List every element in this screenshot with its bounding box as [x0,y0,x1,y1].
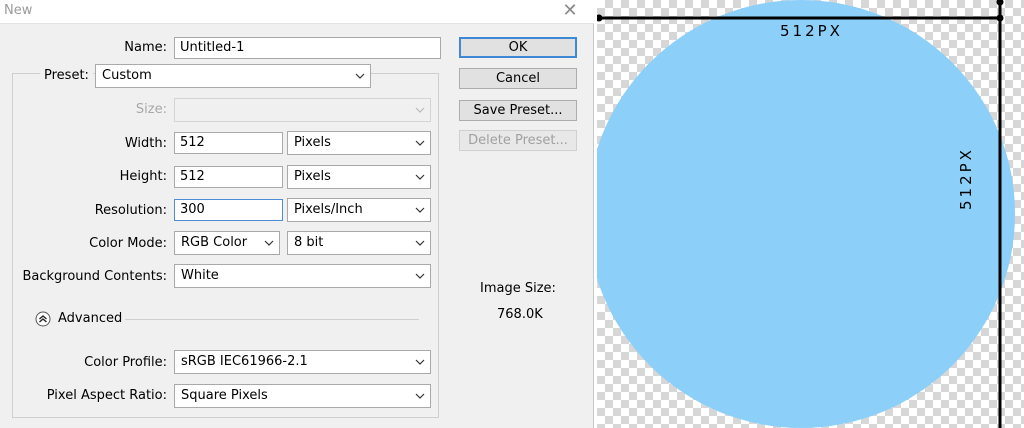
close-icon[interactable]: ✕ [560,1,580,21]
image-size-label: Image Size: [480,281,556,296]
advanced-divider [125,319,419,320]
width-annotation: 512PX [780,22,843,40]
preview-graphic [597,0,1015,428]
background-contents-select[interactable]: White [174,264,431,288]
image-size-value: 768.0K [497,307,543,322]
color-profile-label: Color Profile: [84,355,167,370]
height-annotation: 512PX [957,147,975,210]
background-contents-label: Background Contents: [22,269,167,284]
height-unit-value: Pixels [294,169,331,184]
chevron-down-icon [415,172,425,182]
chevron-down-icon [415,271,425,281]
save-preset-button[interactable]: Save Preset... [459,100,577,121]
delete-preset-button: Delete Preset... [459,130,577,151]
background-contents-value: White [181,268,219,283]
collapse-advanced-icon[interactable] [35,311,51,327]
height-input[interactable]: 512 [174,166,283,188]
blue-circle [597,0,1015,428]
pixel-aspect-ratio-select[interactable]: Square Pixels [174,384,431,408]
chevron-down-icon [415,391,425,401]
chevron-down-icon [415,205,425,215]
name-label: Name: [124,40,167,55]
resolution-unit-value: Pixels/Inch [294,202,363,217]
width-label: Width: [124,136,167,151]
chevron-down-icon [415,238,425,248]
ok-button[interactable]: OK [459,37,577,58]
size-label: Size: [135,102,167,117]
chevron-down-icon [415,357,425,367]
height-line-top-dot [996,0,1004,6]
color-mode-select[interactable]: RGB Color [174,231,280,255]
color-mode-label: Color Mode: [89,236,167,251]
advanced-label[interactable]: Advanced [58,311,122,326]
dialog-title: New [4,3,33,18]
color-profile-value: sRGB IEC61966-2.1 [181,354,308,369]
height-unit-select[interactable]: Pixels [287,165,431,189]
chevron-down-icon [355,71,365,81]
width-unit-value: Pixels [294,135,331,150]
chevron-down-icon [264,238,274,248]
resolution-label: Resolution: [94,203,167,218]
color-mode-value: RGB Color [181,235,248,250]
height-label: Height: [119,169,167,184]
bit-depth-value: 8 bit [294,235,324,250]
width-input[interactable]: 512 [174,132,283,154]
resolution-unit-select[interactable]: Pixels/Inch [287,198,431,222]
new-document-dialog: New ✕ Name: Untitled-1 Preset: Custom Si… [0,0,594,428]
color-profile-select[interactable]: sRGB IEC61966-2.1 [174,350,431,374]
resolution-input[interactable]: 300 [174,199,283,221]
width-unit-select[interactable]: Pixels [287,131,431,155]
pixel-aspect-ratio-label: Pixel Aspect Ratio: [46,388,167,403]
chevron-down-icon [415,138,425,148]
bit-depth-select[interactable]: 8 bit [287,231,431,255]
preset-value: Custom [102,68,152,83]
size-select [174,98,431,122]
pixel-aspect-ratio-value: Square Pixels [181,388,268,403]
preset-label: Preset: [40,68,93,83]
title-bar: New ✕ [0,0,594,24]
width-line-start-dot [597,14,603,22]
name-input[interactable]: Untitled-1 [174,37,441,59]
cancel-button[interactable]: Cancel [459,68,577,89]
preset-select[interactable]: Custom [95,64,371,88]
canvas-preview: 512PX 512PX [597,0,1024,428]
chevron-down-icon [415,105,425,115]
